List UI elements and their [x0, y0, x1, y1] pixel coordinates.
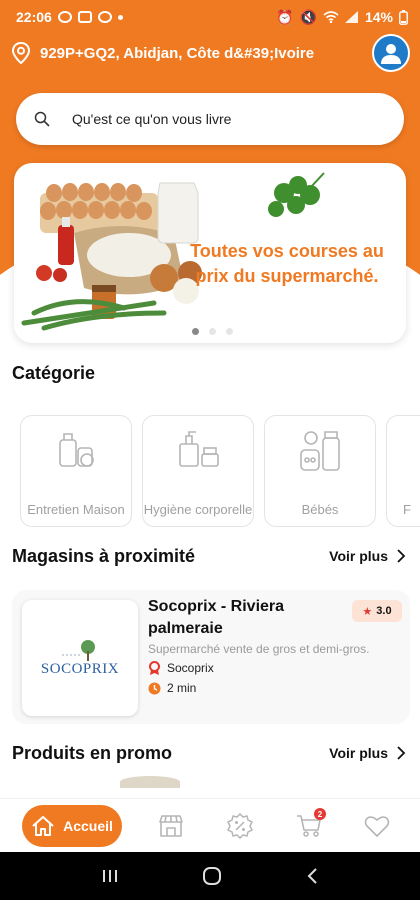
home-circle-icon[interactable] — [202, 866, 222, 886]
recent-apps-icon[interactable] — [101, 868, 119, 884]
battery-icon — [399, 9, 408, 25]
baby-products-icon — [300, 431, 340, 471]
nav-home-button[interactable]: Accueil — [22, 805, 122, 847]
store-brand: Socoprix — [167, 661, 214, 675]
chevron-right-icon — [397, 549, 406, 563]
nearby-stores-title: Magasins à proximité — [12, 546, 196, 566]
status-time: 22:06 — [16, 9, 52, 25]
category-card-next[interactable]: F — [386, 415, 420, 527]
clock-icon — [148, 682, 161, 694]
messenger-notification-icon — [97, 11, 112, 23]
bottom-navigation: Accueil 2 — [0, 798, 420, 852]
location-bar[interactable]: 929P+GQ2, Abidjan, Côte d&#39;Ivoire — [10, 34, 410, 72]
nav-cart-button[interactable]: 2 — [294, 808, 326, 841]
nav-stores-button[interactable] — [156, 811, 186, 841]
store-logo-text: SOCOPRIX — [40, 660, 120, 677]
carousel-dot[interactable] — [192, 328, 199, 335]
back-icon[interactable] — [305, 867, 319, 885]
user-icon — [381, 44, 401, 64]
location-pin-icon — [10, 42, 32, 64]
badge-icon — [149, 661, 160, 675]
delivery-time: 2 min — [167, 681, 197, 695]
rating-value: 3.0 — [376, 605, 392, 617]
nearby-stores-see-more[interactable]: Voir plus — [329, 548, 406, 564]
battery-percentage: 14% — [364, 9, 393, 25]
carousel-dot[interactable] — [226, 328, 233, 335]
search-input[interactable] — [72, 111, 372, 127]
banner-headline: Toutes vos courses au prix du supermarch… — [190, 241, 384, 286]
category-card-hygiene[interactable]: Hygiène corporelle — [142, 415, 254, 527]
palm-tree-icon — [62, 639, 95, 661]
cleaning-products-icon — [59, 433, 94, 467]
see-more-label: Voir plus — [329, 745, 388, 761]
hygiene-products-icon — [179, 431, 219, 467]
heart-icon — [364, 816, 390, 837]
category-label: Bébés — [301, 502, 339, 517]
store-icon — [159, 815, 183, 837]
delivery-address[interactable]: 929P+GQ2, Abidjan, Côte d&#39;Ivoire — [40, 45, 314, 62]
promo-product-image[interactable] — [120, 776, 180, 788]
store-description: Supermarché vente de gros et demi-gros. — [148, 642, 370, 656]
nav-favorites-button[interactable] — [362, 811, 392, 841]
search-icon — [34, 111, 50, 127]
nav-promotions-button[interactable] — [225, 811, 255, 841]
category-label: Entretien Maison — [27, 502, 125, 517]
see-more-label: Voir plus — [329, 548, 388, 564]
store-rating-badge: ★ 3.0 — [352, 600, 402, 622]
category-card-bebes[interactable]: Bébés — [264, 415, 376, 527]
gallery-notification-icon — [77, 11, 92, 23]
wifi-icon — [323, 11, 339, 23]
mute-icon: 🔇 — [299, 8, 317, 25]
store-card[interactable]: SOCOPRIX Socoprix - Riviera palmeraie ★ … — [12, 590, 410, 724]
home-icon — [32, 816, 54, 836]
category-label: F — [403, 502, 411, 517]
store-name[interactable]: Socoprix - Riviera palmeraie — [148, 596, 338, 640]
category-card-entretien[interactable]: Entretien Maison — [20, 415, 132, 527]
nav-home-label: Accueil — [63, 818, 113, 834]
promo-see-more[interactable]: Voir plus — [329, 745, 406, 761]
category-section-title: Catégorie — [12, 363, 96, 383]
promo-banner[interactable]: Toutes vos courses au prix du supermarch… — [14, 163, 406, 343]
carousel-indicator — [192, 328, 233, 335]
discount-icon — [227, 813, 253, 839]
signal-icon — [344, 11, 358, 23]
chevron-right-icon — [397, 746, 406, 760]
search-bar[interactable] — [16, 93, 404, 145]
store-delivery-row: 2 min — [148, 681, 196, 695]
alarm-icon: ⏰ — [276, 8, 294, 25]
status-bar: 22:06 ⏰ 🔇 14% — [0, 0, 420, 34]
more-notifications-icon — [117, 14, 123, 20]
system-navigation-bar — [0, 852, 420, 900]
store-logo: SOCOPRIX — [22, 600, 138, 716]
whatsapp-notification-icon — [57, 11, 72, 23]
category-label: Hygiène corporelle — [143, 502, 253, 517]
cart-count-badge: 2 — [314, 808, 326, 820]
carousel-dot[interactable] — [209, 328, 216, 335]
category-list[interactable]: Entretien Maison Hygiène corporelle Bébé… — [0, 415, 420, 529]
star-icon: ★ — [362, 605, 373, 618]
profile-avatar[interactable] — [372, 34, 410, 72]
store-brand-row: Socoprix — [148, 661, 214, 675]
promo-section-title: Produits en promo — [12, 743, 173, 763]
